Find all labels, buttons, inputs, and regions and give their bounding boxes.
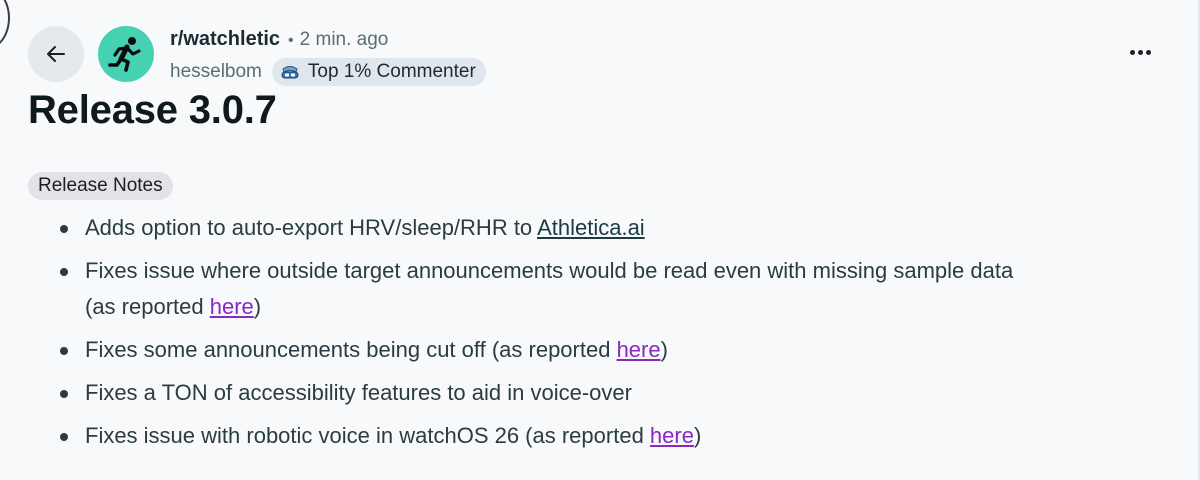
list-item: Fixes a TON of accessibility features to… (60, 375, 1180, 411)
release-notes-list: Adds option to auto-export HRV/sleep/RHR… (60, 210, 1180, 461)
author-flair-text: Top 1% Commenter (307, 61, 476, 82)
note-text: Fixes some announcements being cut off (… (85, 337, 617, 362)
note-text: ) (660, 337, 668, 362)
arrow-left-icon (47, 46, 65, 62)
here-link[interactable]: here (210, 294, 254, 319)
runner-icon (108, 37, 141, 72)
partial-circle-edge (0, 0, 10, 50)
commenter-badge-icon (281, 66, 299, 79)
post-title: Release 3.0.7 (28, 88, 277, 132)
more-options-button[interactable] (1120, 40, 1160, 64)
note-text: Adds option to auto-export HRV/sleep/RHR… (85, 215, 538, 240)
community-name[interactable]: r/watchletic (170, 28, 280, 51)
athletica-link[interactable]: Athletica.ai (537, 215, 645, 240)
here-link[interactable]: here (617, 337, 661, 362)
author-name[interactable]: hesselbom (170, 61, 262, 83)
post-flair-tag[interactable]: Release Notes (28, 172, 173, 200)
note-text: Fixes issue with robotic voice in watchO… (85, 423, 650, 448)
post-time: 2 min. ago (299, 29, 389, 50)
list-item: Fixes issue where outside target announc… (60, 253, 1180, 325)
here-link[interactable]: here (650, 423, 694, 448)
meta-separator: • (288, 32, 294, 49)
author-row: hesselbom Top 1% Commenter (170, 58, 486, 86)
back-button[interactable] (28, 26, 84, 82)
ellipsis-icon (1145, 49, 1151, 55)
author-flair-badge: Top 1% Commenter (271, 58, 486, 86)
list-item: Fixes some announcements being cut off (… (60, 332, 1180, 368)
post-meta-row: r/watchletic • 2 min. ago (170, 28, 486, 56)
note-text: Fixes issue where outside target announc… (85, 258, 1014, 283)
ellipsis-icon (1129, 49, 1135, 55)
note-text: (as reported (85, 294, 210, 319)
note-text: ) (253, 294, 262, 319)
note-text: ) (693, 423, 702, 448)
list-item: Adds option to auto-export HRV/sleep/RHR… (60, 210, 1180, 246)
ellipsis-icon (1137, 49, 1143, 55)
list-item: Fixes issue with robotic voice in watchO… (60, 418, 1180, 454)
note-text: Fixes a TON of accessibility features to… (85, 380, 632, 405)
community-avatar[interactable] (98, 26, 154, 82)
post-meta: r/watchletic • 2 min. ago hesselbom Top … (170, 28, 486, 86)
